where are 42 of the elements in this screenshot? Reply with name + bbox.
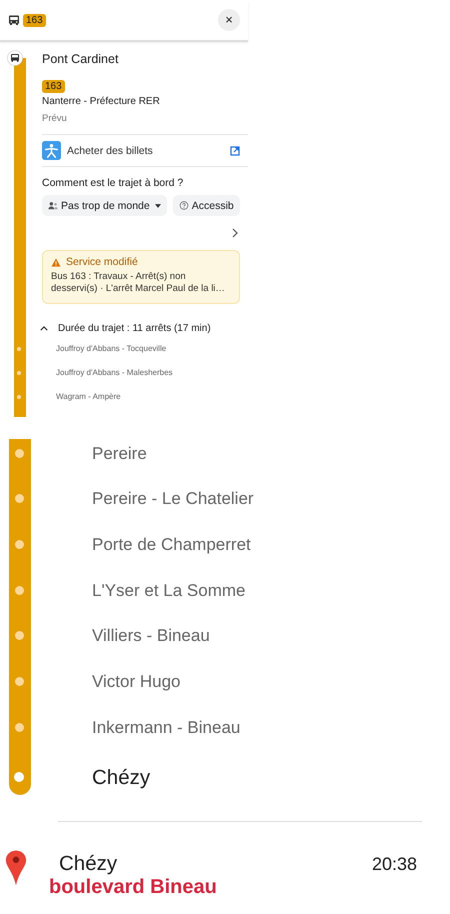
- alert-title: Service modifié: [66, 256, 138, 268]
- stop-name: L'Yser et La Somme: [92, 580, 246, 600]
- crowding-question: Comment est le trajet à bord ?: [42, 177, 184, 189]
- stop-name: Victor Hugo: [92, 672, 181, 692]
- alert-card[interactable]: Service modifié Bus 163 : Travaux - Arrêt(s) non desservi(s) · L'arrêt Marcel Paul de la li…: [42, 250, 240, 304]
- route-badge: 163: [23, 14, 46, 26]
- stop-name: Wagram - Ampère: [56, 392, 121, 401]
- stop-name: Pont Cardinet: [42, 52, 120, 66]
- stop-name: Porte de Champerret: [92, 535, 251, 554]
- external-link-icon[interactable]: [230, 146, 240, 156]
- close-button[interactable]: ×: [218, 9, 240, 31]
- stop-name: Villiers - Bineau: [92, 626, 210, 646]
- buy-tickets-link[interactable]: Acheter des billets: [67, 144, 153, 156]
- direction-text: Nanterre - Préfecture RER: [42, 96, 161, 107]
- warning-icon: [51, 258, 61, 266]
- trip-summary-toggle[interactable]: Durée du trajet : 11 arrêts (17 min): [40, 320, 211, 337]
- status-text: Prévu: [42, 113, 68, 124]
- stop-name: Jouffroy d'Abbans - Tocqueville: [56, 344, 166, 353]
- bus-icon: [7, 50, 23, 66]
- help-icon: [178, 201, 189, 210]
- alert-text: Bus 163 : Travaux - Arrêt(s) non desservi(s) · L'arrêt Marcel Paul de la li…: [51, 271, 226, 296]
- arrival-time: 20:38: [372, 854, 417, 874]
- caret-icon: [154, 204, 161, 208]
- stop-dot: [17, 394, 21, 399]
- crowding-chip[interactable]: Pas trop de monde: [42, 195, 167, 216]
- people-icon: [48, 201, 58, 210]
- accessibility-chip[interactable]: Accessib: [172, 195, 240, 216]
- stop-name: Chézy: [92, 766, 150, 788]
- stop-name: Jouffroy d'Abbans - Malesherbes: [56, 368, 173, 377]
- map-pin-icon: [5, 848, 27, 888]
- street-name: boulevard Bineau: [49, 876, 218, 898]
- route-badge: 163: [42, 80, 65, 93]
- destination-name: Chézy: [59, 852, 118, 876]
- stop-name: Pereire: [92, 444, 147, 463]
- stop-name: Pereire - Le Chatelier: [92, 489, 254, 508]
- stop-name: Inkermann - Bineau: [92, 718, 240, 737]
- bus-icon: [8, 14, 20, 26]
- chevron-up-icon: [40, 326, 48, 332]
- stop-dot: [17, 346, 21, 351]
- walking-person-icon: [42, 141, 61, 160]
- stop-dot: [17, 370, 21, 375]
- chevron-right-icon[interactable]: [232, 228, 238, 238]
